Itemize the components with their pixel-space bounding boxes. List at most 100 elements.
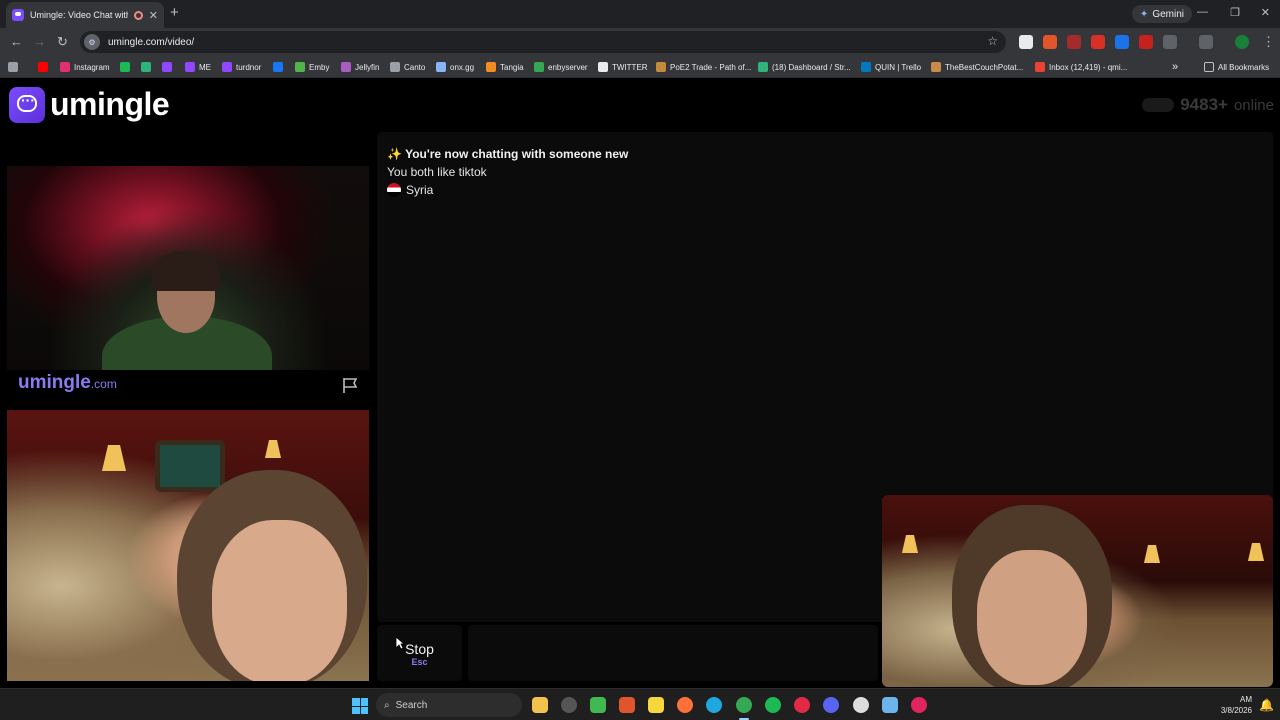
bookmark-label: ME xyxy=(199,62,211,72)
bookmark-item[interactable]: turdnor xyxy=(222,60,261,74)
bookmark-label: onx.gg xyxy=(450,62,475,72)
extension-translate-icon[interactable] xyxy=(1115,35,1129,49)
extension-badge-icon[interactable] xyxy=(1067,35,1081,49)
bookmark-item[interactable]: (18) Dashboard / Str... xyxy=(758,60,851,74)
country-name: Syria xyxy=(406,183,434,197)
extensions-puzzle-icon[interactable] xyxy=(1163,35,1177,49)
clock-date: 3/8/2026 xyxy=(1220,706,1252,715)
bookmark-label: TheBestCouchPotat... xyxy=(945,62,1024,72)
message-input[interactable] xyxy=(468,625,878,681)
bookmark-item[interactable]: Inbox (12,419) - qmi... xyxy=(1035,60,1127,74)
extension-youtube-icon[interactable] xyxy=(1091,35,1105,49)
bookmark-label: (18) Dashboard / Str... xyxy=(772,62,851,72)
stop-shortcut: Esc xyxy=(411,657,428,667)
bookmark-star-icon[interactable]: ☆ xyxy=(987,34,998,48)
bookmark-item[interactable] xyxy=(273,60,283,74)
windows-taskbar: ⌕ Search AM 3/8/2026 🔔 xyxy=(0,688,1280,720)
chrome-icon[interactable] xyxy=(736,697,752,713)
gemini-button[interactable]: ✦ Gemini xyxy=(1131,5,1192,23)
apps-grid-icon[interactable] xyxy=(8,60,18,74)
online-count: 9483+ xyxy=(1180,95,1228,114)
system-message: ✨ You're now chatting with someone new xyxy=(387,147,628,161)
chat-bubble-logo-icon xyxy=(9,86,45,123)
youtube-icon xyxy=(38,62,48,72)
extension-fox-icon[interactable] xyxy=(1043,35,1057,49)
profile-avatar-icon[interactable] xyxy=(1235,35,1249,49)
bookmark-item[interactable] xyxy=(120,60,130,74)
steam-icon[interactable] xyxy=(853,697,869,713)
stranger-country: Syria xyxy=(387,183,433,197)
browser-menu-icon[interactable]: ⋮ xyxy=(1262,34,1275,50)
extension-tag-icon[interactable] xyxy=(1139,35,1153,49)
reload-icon[interactable]: ↻ xyxy=(57,34,68,50)
bookmark-item[interactable]: Canto xyxy=(390,60,425,74)
umingle-logo[interactable]: umingle xyxy=(9,86,170,123)
clock-app-icon[interactable] xyxy=(561,697,577,713)
bookmark-item[interactable]: enbyserver xyxy=(534,60,588,74)
gemini-sparkle-icon: ✦ xyxy=(1139,8,1149,20)
online-label: online xyxy=(1233,96,1274,114)
close-window-button[interactable]: ✕ xyxy=(1261,6,1270,19)
bookmark-item[interactable]: Instagram xyxy=(60,60,110,74)
game-app-icon[interactable] xyxy=(619,697,635,713)
system-message-text: You're now chatting with someone new xyxy=(405,147,629,161)
trello-icon xyxy=(861,62,871,72)
site-info-icon[interactable]: ⚙ xyxy=(84,34,100,50)
all-bookmarks-folder[interactable]: All Bookmarks xyxy=(1204,60,1269,74)
bookmark-label: Inbox (12,419) - qmi... xyxy=(1049,62,1128,72)
tab-close-icon[interactable]: ✕ xyxy=(149,9,158,22)
minimize-button[interactable]: — xyxy=(1197,6,1208,18)
mouse-cursor-icon xyxy=(395,636,405,650)
notification-bell-icon[interactable]: 🔔 xyxy=(1259,698,1274,712)
windows-start-icon[interactable] xyxy=(352,698,368,714)
x-icon xyxy=(598,62,608,72)
theme-toggle[interactable] xyxy=(1142,98,1175,112)
dashboard-icon xyxy=(758,62,768,72)
sticky-notes-icon[interactable] xyxy=(648,697,664,713)
bookmark-item[interactable]: Jellyfin xyxy=(341,60,379,74)
spotify-icon xyxy=(120,62,130,72)
discord-icon[interactable] xyxy=(823,697,839,713)
bookmark-label: enbyserver xyxy=(548,62,588,72)
bookmark-item[interactable]: Tangia xyxy=(486,60,524,74)
canto-icon xyxy=(390,62,400,72)
bookmark-item[interactable]: QUIN | Trello xyxy=(861,60,921,74)
browser-tab-umingle[interactable]: Umingle: Video Chat with S ✕ xyxy=(6,2,164,28)
twitch-icon xyxy=(185,62,195,72)
bookmark-item[interactable] xyxy=(38,60,48,74)
bookmark-label: Emby xyxy=(309,62,330,72)
app-icon[interactable] xyxy=(911,697,927,713)
spotify-icon[interactable] xyxy=(765,697,781,713)
recorder-icon[interactable] xyxy=(794,697,810,713)
tangia-icon xyxy=(486,62,496,72)
new-tab-button[interactable]: + xyxy=(170,4,179,21)
extension-k-icon[interactable] xyxy=(1019,35,1033,49)
more-bookmarks-icon[interactable]: » xyxy=(1172,60,1178,74)
common-interest-text: You both like tiktok xyxy=(387,165,487,179)
bookmark-item[interactable]: ME xyxy=(185,60,211,74)
back-arrow-icon[interactable]: ← xyxy=(10,34,23,49)
bookmark-item[interactable]: PoE2 Trade - Path of... xyxy=(656,60,751,74)
system-clock[interactable]: AM 3/8/2026 xyxy=(1221,694,1252,716)
side-panel-icon[interactable] xyxy=(1199,35,1213,49)
bookmark-item[interactable]: onx.gg xyxy=(436,60,474,74)
tab-strip: Umingle: Video Chat with S ✕ + ✦ Gemini … xyxy=(0,0,1280,28)
edge-icon[interactable] xyxy=(706,697,722,713)
forward-arrow-icon[interactable]: → xyxy=(33,34,46,49)
address-bar[interactable]: ⚙ umingle.com/video/ ☆ xyxy=(80,31,1006,53)
notepad-icon[interactable] xyxy=(882,697,898,713)
taskbar-search[interactable]: ⌕ Search xyxy=(376,693,522,717)
stop-button[interactable]: Stop Esc xyxy=(377,625,462,681)
firefox-icon[interactable] xyxy=(677,697,693,713)
bookmark-item[interactable] xyxy=(162,60,172,74)
report-flag-icon[interactable] xyxy=(341,376,359,394)
file-explorer-icon[interactable] xyxy=(532,697,548,713)
recording-indicator-icon xyxy=(133,10,143,20)
bookmark-item[interactable] xyxy=(141,60,151,74)
bookmark-item[interactable]: TheBestCouchPotat... xyxy=(931,60,1023,74)
maximize-button[interactable]: ❐ xyxy=(1230,6,1240,19)
bookmark-item[interactable]: TWITTER xyxy=(598,60,648,74)
url-text: umingle.com/video/ xyxy=(108,36,195,48)
bookmark-item[interactable]: Emby xyxy=(295,60,329,74)
play-app-icon[interactable] xyxy=(590,697,606,713)
